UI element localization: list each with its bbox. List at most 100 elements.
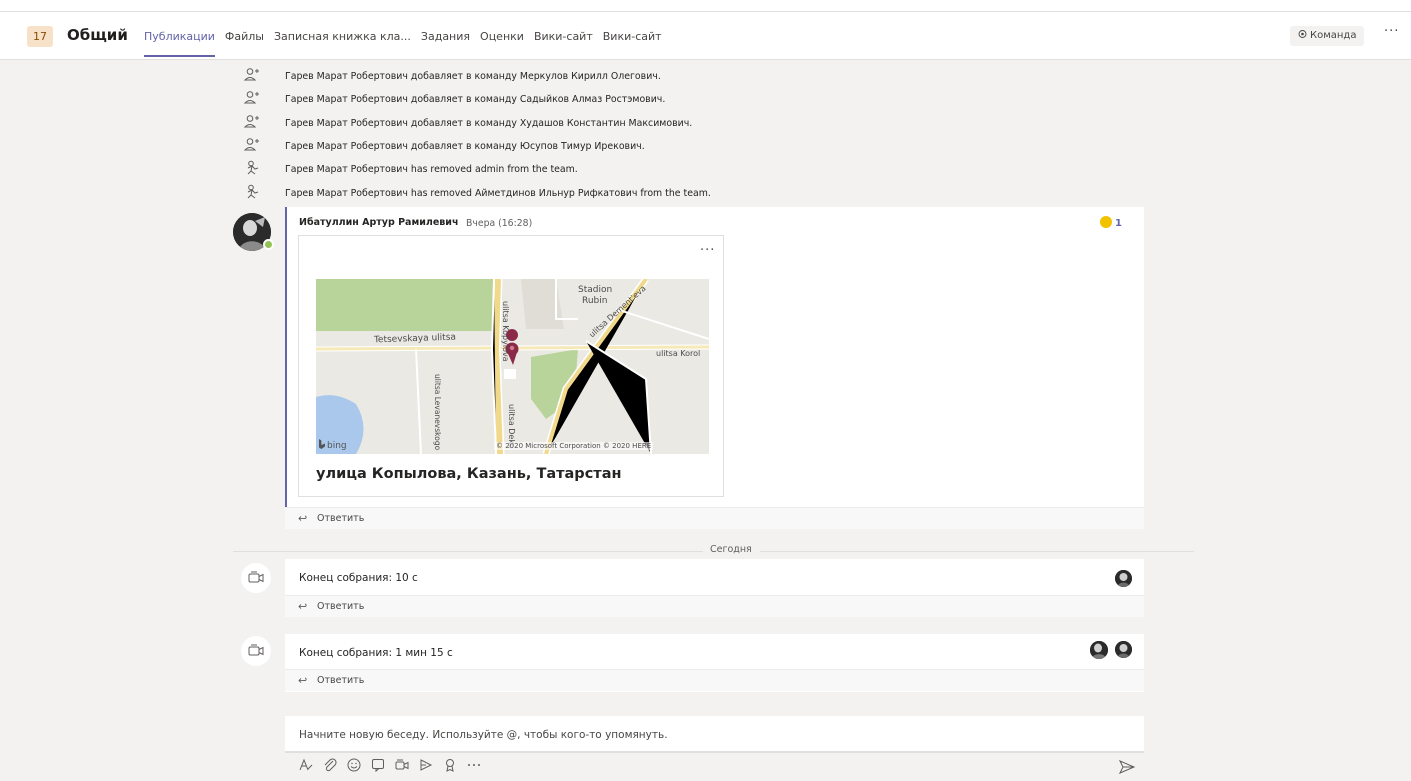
reply-label: Ответить bbox=[317, 601, 365, 612]
post-author[interactable]: Ибатуллин Артур Рамилевич bbox=[299, 217, 458, 228]
reply-button[interactable]: ↩ Ответить bbox=[285, 595, 1144, 617]
add-person-icon bbox=[243, 90, 261, 106]
map-label-street-korol: ulitsa Korol bbox=[656, 349, 701, 358]
location-map[interactable]: Stadion Rubin Tetsevskaya ulitsa ulitsa … bbox=[316, 279, 709, 454]
remove-person-icon bbox=[243, 160, 261, 176]
activity-tail: . bbox=[689, 118, 693, 129]
tab-wiki-2[interactable]: Вики-сайт bbox=[603, 30, 662, 57]
divider bbox=[0, 11, 1411, 12]
avatar[interactable] bbox=[1090, 641, 1108, 659]
attach-icon[interactable] bbox=[322, 757, 338, 773]
date-divider-label: Сегодня bbox=[706, 544, 756, 555]
activity-actor[interactable]: Гарев Марат Робертович bbox=[285, 71, 408, 82]
sticker-icon[interactable] bbox=[370, 757, 386, 773]
bing-logo: bing bbox=[319, 439, 347, 451]
activity-tail: . bbox=[641, 141, 645, 152]
reaction-badge[interactable]: 1 bbox=[1100, 216, 1122, 229]
activity-target[interactable]: Айметдинов Ильнур Рифкатович bbox=[475, 188, 637, 199]
reply-button[interactable]: ↩ Ответить bbox=[285, 507, 1144, 529]
map-label-stadium-name: Rubin bbox=[582, 296, 608, 306]
avatar[interactable] bbox=[1115, 641, 1132, 658]
reply-arrow-icon: ↩ bbox=[298, 600, 308, 613]
remove-person-icon bbox=[243, 184, 261, 200]
map-copyright: © 2020 Microsoft Corporation © 2020 HERE bbox=[494, 442, 654, 450]
activity-tail: from the team. bbox=[504, 164, 578, 175]
channel-title: Общий bbox=[67, 26, 128, 44]
stream-icon[interactable] bbox=[418, 757, 434, 773]
team-button[interactable]: Команда bbox=[1290, 26, 1365, 46]
bing-icon bbox=[319, 439, 325, 449]
channel-tabs: Публикации Файлы Записная книжка кла... … bbox=[144, 30, 672, 57]
add-person-icon bbox=[243, 67, 261, 83]
reaction-count: 1 bbox=[1115, 218, 1122, 229]
activity-target[interactable]: Юсупов Тимур Ирекович bbox=[520, 141, 642, 152]
date-divider-left bbox=[233, 551, 703, 552]
format-icon[interactable] bbox=[298, 757, 314, 773]
avatar[interactable] bbox=[1115, 570, 1132, 587]
presence-available-icon bbox=[263, 239, 274, 250]
activity-text: Гарев Марат Робертович has removed admin… bbox=[285, 164, 578, 175]
map-label-stadium: Stadion bbox=[578, 285, 613, 295]
tab-wiki-1[interactable]: Вики-сайт bbox=[534, 30, 593, 57]
tab-posts[interactable]: Публикации bbox=[144, 30, 215, 57]
post-timestamp: Вчера (16:28) bbox=[466, 218, 533, 229]
emoji-icon[interactable] bbox=[346, 757, 362, 773]
meeting-icon-wrapper bbox=[241, 563, 271, 593]
activity-target[interactable]: Худашов Константин Максимович bbox=[520, 118, 689, 129]
map-label-street-levanevskogo: ulitsa Levanevskogo bbox=[433, 374, 442, 451]
activity-actor[interactable]: Гарев Марат Робертович bbox=[285, 94, 408, 105]
more-options-icon[interactable]: ··· bbox=[1384, 24, 1399, 39]
activity-actor[interactable]: Гарев Марат Робертович bbox=[285, 188, 408, 199]
reply-label: Ответить bbox=[317, 513, 365, 524]
tab-files[interactable]: Файлы bbox=[225, 30, 264, 57]
meet-now-icon[interactable] bbox=[394, 757, 410, 773]
date-divider-right bbox=[760, 551, 1194, 552]
activity-action: добавляет в команду bbox=[407, 71, 520, 82]
activity-text: Гарев Марат Робертович добавляет в коман… bbox=[285, 141, 645, 152]
activity-action: has removed bbox=[407, 164, 475, 175]
activity-text: Гарев Марат Робертович добавляет в коман… bbox=[285, 71, 661, 82]
meeting-title: Конец собрания: 10 с bbox=[299, 572, 418, 584]
map-label-street-kopylova: ulitsa Kopylova bbox=[501, 301, 510, 362]
eye-icon bbox=[1298, 26, 1307, 46]
activity-tail: . bbox=[662, 94, 666, 105]
reply-arrow-icon: ↩ bbox=[298, 512, 308, 525]
activity-action: добавляет в команду bbox=[407, 118, 520, 129]
activity-action: добавляет в команду bbox=[407, 141, 520, 152]
channel-header: 17 Общий Публикации Файлы Записная книжк… bbox=[0, 0, 1411, 60]
praise-icon[interactable] bbox=[442, 757, 458, 773]
tab-assignments[interactable]: Задания bbox=[421, 30, 470, 57]
post-accent-bar bbox=[285, 207, 287, 507]
meeting-title: Конец собрания: 1 мин 15 с bbox=[299, 647, 453, 659]
bing-label: bing bbox=[327, 441, 347, 451]
activity-action: добавляет в команду bbox=[407, 94, 520, 105]
activity-actor[interactable]: Гарев Марат Робертович bbox=[285, 141, 408, 152]
activity-text: Гарев Марат Робертович добавляет в коман… bbox=[285, 118, 692, 129]
more-apps-icon[interactable] bbox=[466, 757, 482, 773]
activity-tail: from the team. bbox=[637, 188, 711, 199]
activity-actor[interactable]: Гарев Марат Робертович bbox=[285, 164, 408, 175]
reply-button[interactable]: ↩ Ответить bbox=[285, 669, 1144, 691]
location-title: улица Копылова, Казань, Татарстан bbox=[316, 466, 622, 482]
activity-target[interactable]: Меркулов Кирилл Олегович bbox=[520, 71, 658, 82]
team-avatar-badge[interactable]: 17 bbox=[27, 26, 53, 47]
send-icon[interactable] bbox=[1119, 760, 1135, 774]
laugh-emoji-icon bbox=[1100, 216, 1112, 228]
add-person-icon bbox=[243, 114, 261, 130]
tab-grades[interactable]: Оценки bbox=[480, 30, 524, 57]
card-more-icon[interactable]: ··· bbox=[700, 243, 715, 258]
team-button-label: Команда bbox=[1310, 30, 1357, 41]
activity-target[interactable]: admin bbox=[475, 164, 504, 175]
tab-class-notebook[interactable]: Записная книжка кла... bbox=[274, 30, 411, 57]
video-camera-icon bbox=[248, 571, 264, 583]
activity-text: Гарев Марат Робертович добавляет в коман… bbox=[285, 94, 665, 105]
reply-arrow-icon: ↩ bbox=[298, 674, 308, 687]
reply-label: Ответить bbox=[317, 675, 365, 686]
activity-target[interactable]: Садыйков Алмаз Ростэмович bbox=[520, 94, 662, 105]
meeting-icon-wrapper bbox=[241, 636, 271, 666]
activity-actor[interactable]: Гарев Марат Робертович bbox=[285, 118, 408, 129]
activity-text: Гарев Марат Робертович has removed Аймет… bbox=[285, 188, 711, 199]
video-camera-icon bbox=[248, 644, 264, 656]
compose-box[interactable]: Начните новую беседу. Используйте @, что… bbox=[285, 716, 1144, 753]
add-person-icon bbox=[243, 137, 261, 153]
